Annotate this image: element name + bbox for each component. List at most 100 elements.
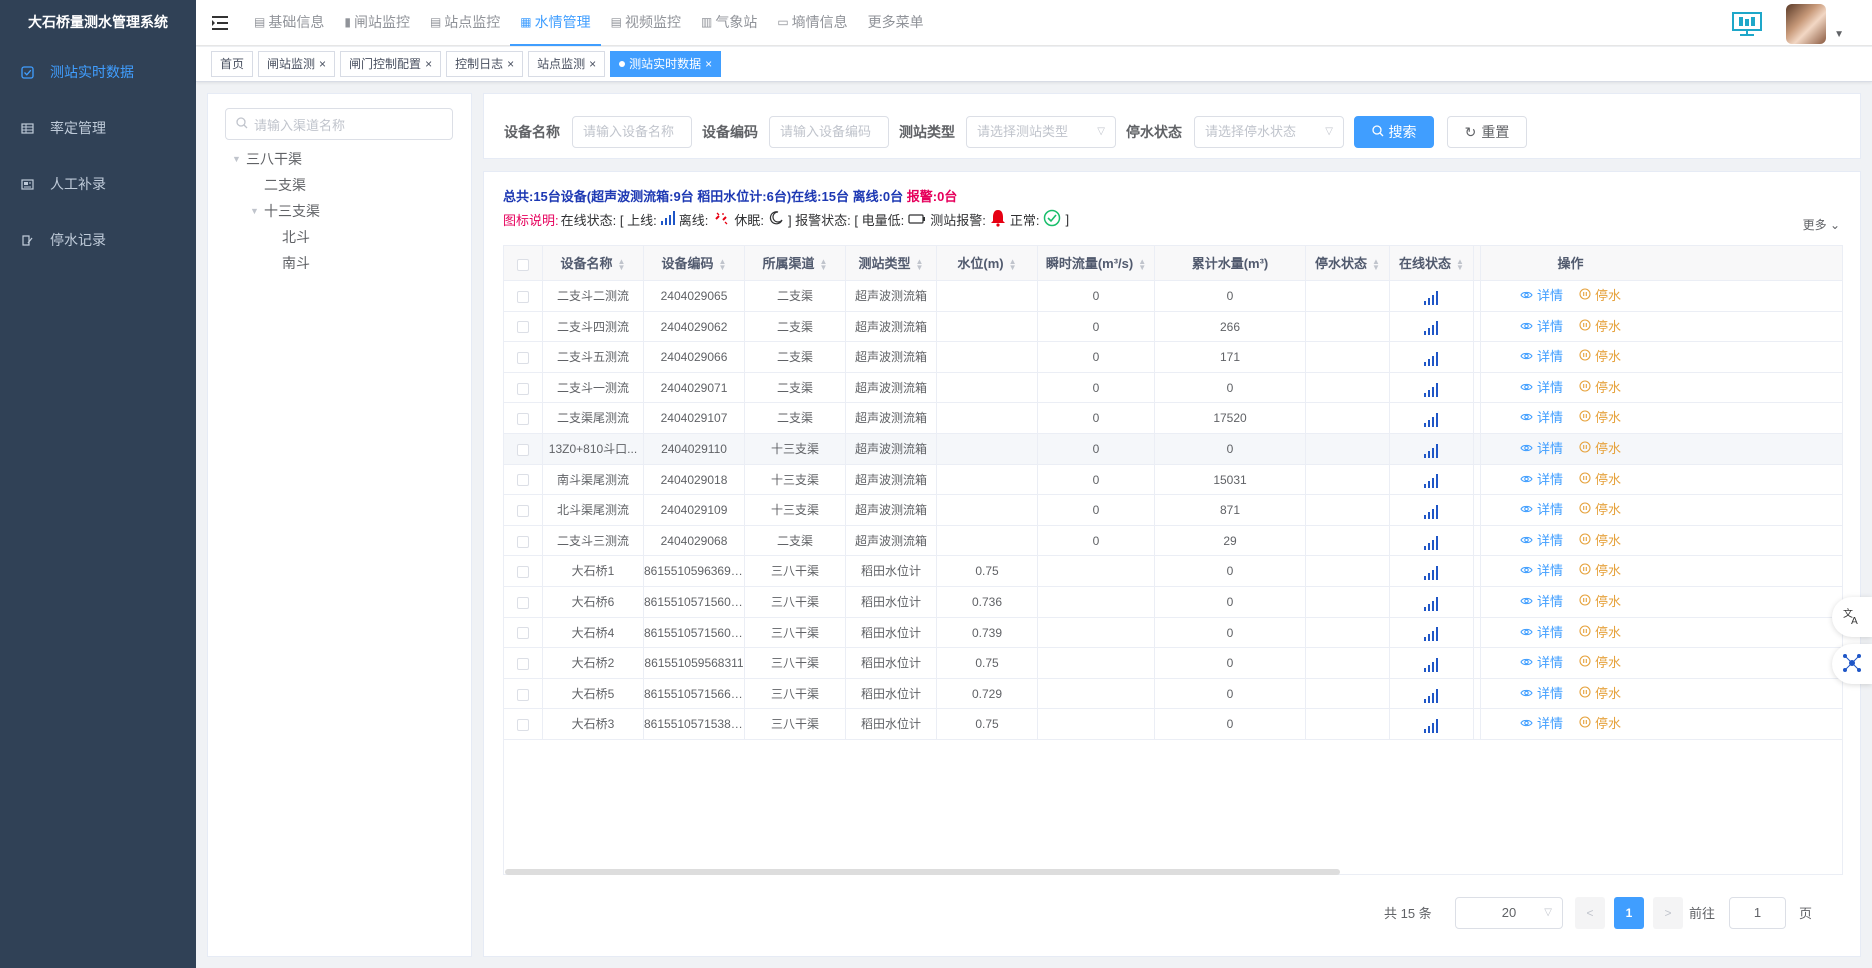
- table-row[interactable]: 二支斗三测流 2404029068 二支渠 超声波测流箱 0 29 详情 停水: [504, 525, 1842, 557]
- detail-button[interactable]: 详情: [1520, 556, 1563, 587]
- table-row[interactable]: 二支斗二测流 2404029065 二支渠 超声波测流箱 0 0 详情 停水: [504, 281, 1842, 312]
- row-checkbox[interactable]: [517, 413, 529, 426]
- row-checkbox[interactable]: [517, 688, 529, 701]
- detail-button[interactable]: 详情: [1520, 526, 1563, 557]
- sidebar-item-manual-entry[interactable]: 人工补录: [0, 156, 196, 212]
- table-row[interactable]: 二支斗一测流 2404029071 二支渠 超声波测流箱 0 0 详情 停水: [504, 372, 1842, 404]
- table-row[interactable]: 大石桥3 861551057153835 三八干渠 稻田水位计 0.75 0 详情 停水: [504, 709, 1842, 740]
- stop-water-button[interactable]: 停水: [1579, 465, 1621, 496]
- row-checkbox[interactable]: [517, 352, 529, 365]
- detail-button[interactable]: 详情: [1520, 403, 1563, 434]
- stop-water-button[interactable]: 停水: [1579, 618, 1621, 649]
- sort-icon[interactable]: ▲ ▼: [1009, 257, 1017, 271]
- detail-button[interactable]: 详情: [1520, 587, 1563, 618]
- stop-water-button[interactable]: 停水: [1579, 281, 1621, 312]
- sort-icon[interactable]: ▲ ▼: [820, 257, 828, 271]
- stop-status-select[interactable]: 请选择停水状态 ▽: [1194, 116, 1344, 148]
- table-row[interactable]: 大石桥2 861551059568311 三八干渠 稻田水位计 0.75 0 详情 停水: [504, 648, 1842, 679]
- channel-search-input[interactable]: 请输入渠道名称: [225, 108, 453, 140]
- row-checkbox[interactable]: [517, 382, 529, 395]
- table-row[interactable]: 南斗渠尾测流 2404029018 十三支渠 超声波测流箱 0 15031 详情 停水: [504, 464, 1842, 496]
- horizontal-scrollbar[interactable]: [505, 869, 1340, 875]
- nav-video-monitor[interactable]: ▤ 视频监控: [601, 0, 691, 46]
- close-icon[interactable]: ×: [705, 52, 712, 76]
- tag-gate-control-config[interactable]: 闸门控制配置 ×: [340, 51, 442, 77]
- col-instant-flow[interactable]: 瞬时流量(m³/s) ▲ ▼: [1038, 246, 1155, 281]
- detail-button[interactable]: 详情: [1520, 373, 1563, 404]
- table-row[interactable]: 13Z0+810斗口... 2404029110 十三支渠 超声波测流箱 0 0 详情 停水: [504, 434, 1842, 465]
- tag-gate-monitor[interactable]: 闸站监测 ×: [258, 51, 336, 77]
- sort-icon[interactable]: ▲ ▼: [1372, 257, 1380, 271]
- station-type-select[interactable]: 请选择测站类型 ▽: [966, 116, 1116, 148]
- row-checkbox[interactable]: [517, 321, 529, 334]
- row-checkbox[interactable]: [517, 505, 529, 518]
- table-row[interactable]: 大石桥4 861551057156093 三八干渠 稻田水位计 0.739 0 详情 停水: [504, 617, 1842, 649]
- row-checkbox[interactable]: [517, 443, 529, 456]
- table-row[interactable]: 大石桥1 861551059636944 三八干渠 稻田水位计 0.75 0 详情 停水: [504, 556, 1842, 587]
- close-icon[interactable]: ×: [589, 52, 596, 76]
- sidebar-item-realtime-data[interactable]: 测站实时数据: [0, 44, 196, 100]
- table-row[interactable]: 大石桥5 861551057156663 三八干渠 稻田水位计 0.729 0 详情 停水: [504, 678, 1842, 710]
- tree-node[interactable]: 南斗: [268, 250, 310, 276]
- tag-home[interactable]: 首页: [211, 51, 254, 77]
- tag-control-log[interactable]: 控制日志 ×: [446, 51, 524, 77]
- col-water-level[interactable]: 水位(m) ▲ ▼: [937, 246, 1038, 281]
- nav-basic-info[interactable]: ▤ 基础信息: [244, 0, 334, 46]
- reset-button[interactable]: ↻ 重置: [1447, 116, 1527, 148]
- sort-icon[interactable]: ▲ ▼: [618, 257, 626, 271]
- nav-water-management[interactable]: ▦ 水情管理: [510, 0, 601, 46]
- stop-water-button[interactable]: 停水: [1579, 679, 1621, 710]
- row-checkbox[interactable]: [517, 719, 529, 732]
- row-checkbox[interactable]: [517, 566, 529, 579]
- select-all-checkbox[interactable]: [517, 258, 529, 271]
- row-checkbox[interactable]: [517, 596, 529, 609]
- table-row[interactable]: 大石桥6 861551057156085 三八干渠 稻田水位计 0.736 0 详情 停水: [504, 587, 1842, 618]
- caret-down-icon[interactable]: ▼: [232, 146, 246, 172]
- table-row[interactable]: 二支斗五测流 2404029066 二支渠 超声波测流箱 0 171 详情 停水: [504, 342, 1842, 373]
- stop-water-button[interactable]: 停水: [1579, 587, 1621, 618]
- sidebar-item-stop-records[interactable]: 停水记录: [0, 212, 196, 268]
- row-checkbox[interactable]: [517, 290, 529, 303]
- page-number-button[interactable]: 1: [1614, 897, 1644, 929]
- hamburger-icon[interactable]: [196, 0, 244, 46]
- nav-site-monitor[interactable]: ▤ 站点监控: [420, 0, 510, 46]
- tree-node[interactable]: ▼ 三八干渠: [232, 146, 302, 172]
- caret-down-icon[interactable]: ▼: [1834, 29, 1844, 40]
- stop-water-button[interactable]: 停水: [1579, 709, 1621, 740]
- select-all-cell[interactable]: [504, 246, 543, 281]
- stop-water-button[interactable]: 停水: [1579, 373, 1621, 404]
- row-checkbox[interactable]: [517, 627, 529, 640]
- col-channel[interactable]: 所属渠道 ▲ ▼: [745, 246, 846, 281]
- next-page-button[interactable]: >: [1653, 897, 1683, 929]
- detail-button[interactable]: 详情: [1520, 342, 1563, 373]
- nav-weather-station[interactable]: ▥ 气象站: [691, 0, 767, 46]
- page-size-select[interactable]: 20 ▽: [1455, 897, 1563, 929]
- device-name-input[interactable]: 请输入设备名称: [572, 116, 692, 148]
- stop-water-button[interactable]: 停水: [1579, 526, 1621, 557]
- col-stop-status[interactable]: 停水状态 ▲ ▼: [1306, 246, 1390, 281]
- sort-icon[interactable]: ▲ ▼: [916, 257, 924, 271]
- stop-water-button[interactable]: 停水: [1579, 403, 1621, 434]
- device-code-input[interactable]: 请输入设备编码: [769, 116, 889, 148]
- table-row[interactable]: 北斗渠尾测流 2404029109 十三支渠 超声波测流箱 0 871 详情 停水: [504, 495, 1842, 526]
- nav-gate-monitor[interactable]: ▮ 闸站监控: [334, 0, 420, 46]
- sort-icon[interactable]: ▲ ▼: [1456, 257, 1464, 271]
- sidebar-item-calibration[interactable]: 率定管理: [0, 100, 196, 156]
- detail-button[interactable]: 详情: [1520, 281, 1563, 312]
- stop-water-button[interactable]: 停水: [1579, 434, 1621, 465]
- detail-button[interactable]: 详情: [1520, 312, 1563, 343]
- sort-icon[interactable]: ▲ ▼: [1138, 257, 1146, 271]
- detail-button[interactable]: 详情: [1520, 709, 1563, 740]
- row-checkbox[interactable]: [517, 474, 529, 487]
- nav-soil-moisture[interactable]: ▭ 墒情信息: [767, 0, 857, 46]
- nav-more-menu[interactable]: 更多菜单: [858, 0, 934, 46]
- more-dropdown[interactable]: 更多 ⌄: [1803, 216, 1840, 233]
- network-button[interactable]: [1832, 644, 1872, 684]
- avatar[interactable]: [1786, 4, 1827, 44]
- col-device-code[interactable]: 设备编码 ▲ ▼: [644, 246, 745, 281]
- tag-site-monitor[interactable]: 站点监测 ×: [528, 51, 606, 77]
- close-icon[interactable]: ×: [319, 52, 326, 76]
- prev-page-button[interactable]: <: [1575, 897, 1605, 929]
- detail-button[interactable]: 详情: [1520, 618, 1563, 649]
- search-button[interactable]: 搜索: [1354, 116, 1434, 148]
